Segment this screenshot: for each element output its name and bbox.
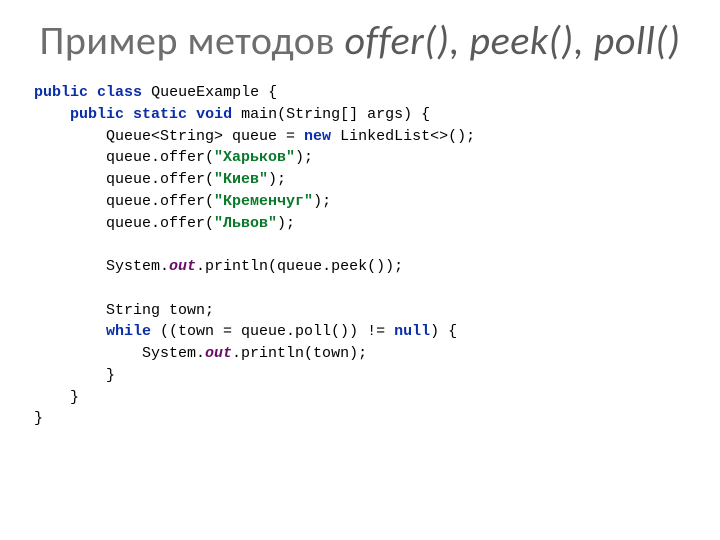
slide-title: Пример методов offer(), peek(), poll()	[34, 18, 686, 64]
class-name: QueueExample	[151, 84, 259, 101]
kw-class: class	[97, 84, 142, 101]
str-kremenchug: "Кременчуг"	[214, 193, 313, 210]
offer-open: queue.offer(	[34, 149, 214, 166]
main-args: (String[] args) {	[277, 106, 430, 123]
while-cond-b: ) {	[430, 323, 457, 340]
kw-void: void	[196, 106, 232, 123]
peek-b: .println(queue.peek());	[196, 258, 403, 275]
kw-public: public	[34, 84, 88, 101]
kw-static: static	[133, 106, 187, 123]
brace-close-method: }	[34, 389, 79, 406]
while-cond-a: ((town = queue.poll()) !=	[151, 323, 394, 340]
str-lvov: "Львов"	[214, 215, 277, 232]
kw-while: while	[106, 323, 151, 340]
title-text-plain: Пример методов	[39, 16, 344, 65]
queue-decl-b: LinkedList<>();	[331, 128, 475, 145]
method-main: main	[241, 106, 277, 123]
kw-null: null	[394, 323, 430, 340]
stmt-close: );	[295, 149, 313, 166]
title-text-italic: offer(), peek(), poll()	[345, 16, 681, 65]
str-kharkov: "Харьков"	[214, 149, 295, 166]
kw-public: public	[70, 106, 124, 123]
offer-open: queue.offer(	[34, 171, 214, 188]
println-town-a: System.	[34, 345, 205, 362]
decl-town: String town;	[34, 302, 214, 319]
stmt-close: );	[277, 215, 295, 232]
slide: Пример методов offer(), peek(), poll() p…	[0, 0, 720, 540]
println-town-b: .println(town);	[232, 345, 367, 362]
queue-decl-a: Queue<String> queue =	[34, 128, 304, 145]
stmt-close: );	[268, 171, 286, 188]
peek-a: System.	[34, 258, 169, 275]
field-out: out	[205, 345, 232, 362]
offer-open: queue.offer(	[34, 215, 214, 232]
brace-close-inner: }	[34, 367, 115, 384]
field-out: out	[169, 258, 196, 275]
str-kiev: "Киев"	[214, 171, 268, 188]
brace-close-class: }	[34, 410, 43, 427]
code-block: public class QueueExample { public stati…	[34, 82, 686, 430]
offer-open: queue.offer(	[34, 193, 214, 210]
kw-new: new	[304, 128, 331, 145]
stmt-close: );	[313, 193, 331, 210]
